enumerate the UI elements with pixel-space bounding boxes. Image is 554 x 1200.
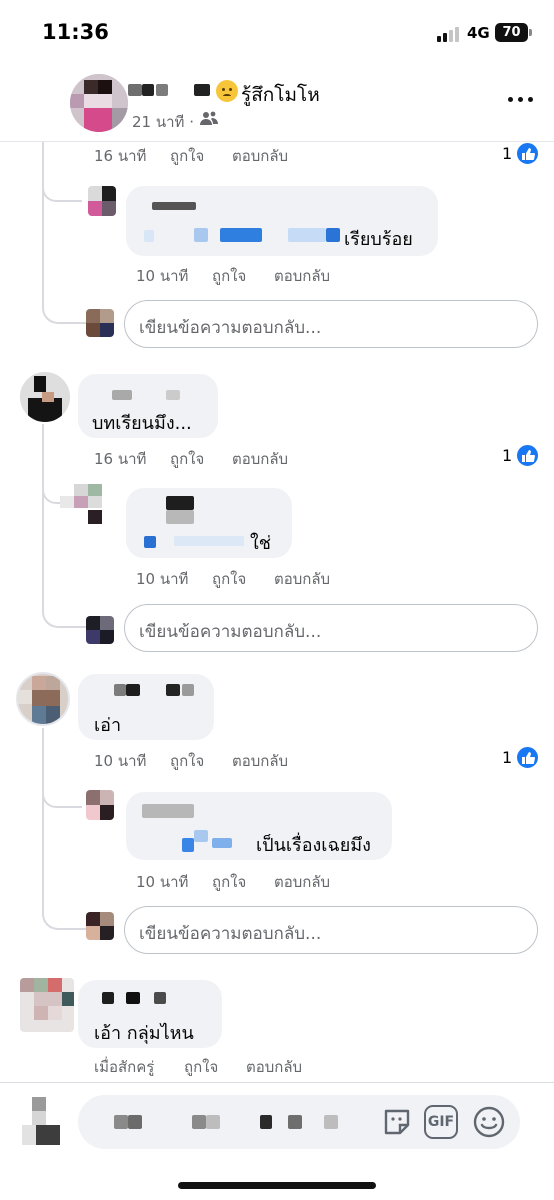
post-time-label: 21 นาที (132, 113, 185, 131)
comment-bubble[interactable]: เอ้า กลุ่มไหน (78, 980, 222, 1048)
comment-text: เอ่า (94, 715, 122, 736)
reply-actions: 10 นาที ถูกใจ ตอบกลับ (136, 567, 396, 589)
gif-button[interactable]: GIF (424, 1105, 458, 1139)
smiley-icon[interactable] (472, 1105, 506, 1139)
comment-text: บทเรียนมึง... (92, 413, 192, 434)
reply-text: เป็นเรื่องเฉยมึง (256, 835, 371, 856)
comment-time: 10 นาที (94, 752, 147, 770)
status-bar: 11:36 4G 70 (0, 0, 554, 60)
battery-tip (529, 29, 532, 36)
sticker-icon[interactable] (380, 1105, 414, 1139)
comment-actions: 10 นาที ถูกใจ ตอบกลับ (94, 749, 374, 771)
signal-icon (437, 26, 463, 42)
like-reaction-icon (516, 746, 539, 769)
reply-text: ใช่ (250, 533, 272, 554)
reply-time: 10 นาที (136, 873, 189, 891)
more-options-button[interactable] (508, 94, 534, 104)
comment-text: เอ้า กลุ่มไหน (94, 1023, 194, 1044)
battery-icon: 70 (495, 23, 528, 42)
author-name-row[interactable]: รู้สึกโมโห (128, 80, 458, 106)
reply-button[interactable]: ตอบกลับ (232, 447, 288, 471)
avatar[interactable] (86, 790, 114, 820)
like-count: 1 (502, 446, 513, 465)
network-label: 4G (467, 24, 490, 42)
reply-placeholder: เขียนข้อความตอบกลับ... (139, 318, 322, 338)
like-count: 1 (502, 748, 513, 767)
reply-placeholder: เขียนข้อความตอบกลับ... (139, 622, 322, 642)
reply-input[interactable]: เขียนข้อความตอบกลับ... (124, 300, 538, 348)
reply-actions: 10 นาที ถูกใจ ตอบกลับ (136, 870, 396, 892)
reply-text: เรียบร้อย (344, 229, 413, 250)
reaction-count[interactable]: 1 (502, 142, 542, 166)
reply-connector (42, 790, 82, 808)
avatar[interactable] (60, 484, 116, 524)
comment-time: 16 นาที (94, 147, 147, 165)
like-count: 1 (502, 144, 513, 163)
meta-separator: · (189, 113, 194, 131)
comment-actions: 16 นาที ถูกใจ ตอบกลับ (94, 447, 374, 469)
feeling-label: รู้สึกโมโห (241, 84, 320, 106)
reply-button[interactable]: ตอบกลับ (232, 144, 288, 168)
reply-button[interactable]: ตอบกลับ (274, 264, 330, 288)
reply-button[interactable]: ตอบกลับ (274, 870, 330, 894)
thread-line (42, 142, 86, 324)
like-button[interactable]: ถูกใจ (170, 144, 204, 168)
status-time: 11:36 (42, 20, 109, 44)
angry-face-icon (216, 80, 238, 102)
reply-input[interactable]: เขียนข้อความตอบกลับ... (124, 604, 538, 652)
like-reaction-icon (516, 444, 539, 467)
friends-icon (200, 111, 218, 125)
comment-actions: 16 นาที ถูกใจ ตอบกลับ (94, 144, 374, 166)
comment-bubble[interactable]: เอ่า (78, 674, 214, 740)
thread-line (42, 728, 86, 930)
my-avatar (86, 309, 114, 337)
reply-time: 10 นาที (136, 267, 189, 285)
post-header: รู้สึกโมโห 21 นาที · (0, 62, 554, 142)
reply-bubble[interactable]: ใช่ (126, 488, 292, 558)
reply-placeholder: เขียนข้อความตอบกลับ... (139, 924, 322, 944)
avatar[interactable] (70, 74, 128, 132)
reply-input[interactable]: เขียนข้อความตอบกลับ... (124, 906, 538, 954)
reaction-count[interactable]: 1 (502, 746, 542, 770)
avatar[interactable] (20, 372, 70, 422)
thread-line (42, 424, 86, 628)
my-avatar (86, 616, 114, 644)
reply-bubble[interactable]: เป็นเรื่องเฉยมึง (126, 792, 392, 860)
avatar[interactable] (20, 978, 74, 1032)
reply-connector (42, 184, 82, 202)
comment-bubble[interactable]: บทเรียนมึง... (78, 374, 218, 438)
comment-time: เมื่อสักครู่ (94, 1058, 155, 1076)
reply-button[interactable]: ตอบกลับ (274, 567, 330, 591)
reply-time: 10 นาที (136, 570, 189, 588)
avatar[interactable] (16, 672, 70, 726)
home-indicator (178, 1182, 376, 1189)
like-reaction-icon (516, 142, 539, 165)
reaction-count[interactable]: 1 (502, 444, 542, 468)
like-button[interactable]: ถูกใจ (184, 1055, 218, 1079)
post-time[interactable]: 21 นาที · (132, 110, 194, 134)
like-button[interactable]: ถูกใจ (212, 870, 246, 894)
avatar[interactable] (88, 186, 116, 216)
like-button[interactable]: ถูกใจ (170, 749, 204, 773)
reply-actions: 10 นาที ถูกใจ ตอบกลับ (136, 264, 396, 286)
comment-time: 16 นาที (94, 450, 147, 468)
like-button[interactable]: ถูกใจ (212, 264, 246, 288)
like-button[interactable]: ถูกใจ (212, 567, 246, 591)
my-avatar (86, 912, 114, 940)
my-avatar (22, 1097, 62, 1145)
reply-bubble[interactable]: เรียบร้อย (126, 186, 438, 256)
reply-button[interactable]: ตอบกลับ (246, 1055, 302, 1079)
reply-button[interactable]: ตอบกลับ (232, 749, 288, 773)
comment-actions: เมื่อสักครู่ ถูกใจ ตอบกลับ (94, 1055, 394, 1077)
like-button[interactable]: ถูกใจ (170, 447, 204, 471)
comment-input[interactable]: GIF (78, 1095, 520, 1149)
